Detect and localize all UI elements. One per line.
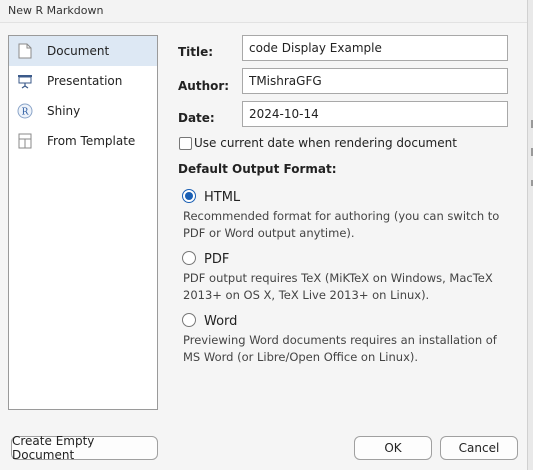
html-radio[interactable]	[182, 189, 196, 203]
document-icon	[17, 43, 33, 59]
cancel-button[interactable]: Cancel	[440, 436, 518, 460]
pdf-radio[interactable]	[182, 251, 196, 265]
template-icon	[17, 133, 33, 149]
ok-button[interactable]: OK	[354, 436, 432, 460]
html-radio-label: HTML	[204, 190, 241, 205]
use-current-date-label: Use current date when rendering document	[194, 136, 457, 150]
word-description: Previewing Word documents requires an in…	[183, 333, 497, 364]
sidebar-item-label: From Template	[47, 134, 136, 148]
date-input[interactable]	[242, 101, 508, 127]
title-input[interactable]	[242, 35, 508, 61]
sidebar-item-label: Shiny	[47, 104, 81, 118]
template-type-list: Document Presentation R Shiny From Templ…	[8, 35, 158, 410]
pdf-description: PDF output requires TeX (MiKTeX on Windo…	[183, 271, 493, 302]
word-radio[interactable]	[182, 313, 196, 327]
title-bar: New R Markdown	[0, 0, 527, 23]
background-window-edge	[527, 0, 533, 470]
html-description: Recommended format for authoring (you ca…	[183, 209, 500, 240]
create-empty-document-button[interactable]: Create Empty Document	[11, 434, 158, 462]
author-input[interactable]	[242, 68, 508, 94]
sidebar-item-label: Document	[47, 44, 110, 58]
date-label: Date:	[178, 111, 215, 125]
word-radio-label: Word	[204, 314, 238, 329]
sidebar-item-document[interactable]: Document	[9, 36, 157, 66]
author-label: Author:	[178, 79, 230, 93]
sidebar-item-presentation[interactable]: Presentation	[9, 66, 157, 96]
presentation-icon	[17, 73, 33, 89]
svg-text:R: R	[22, 108, 29, 118]
sidebar-item-label: Presentation	[47, 74, 123, 88]
shiny-r-icon: R	[17, 103, 33, 119]
sidebar-item-shiny[interactable]: R Shiny	[9, 96, 157, 126]
pdf-radio-label: PDF	[204, 252, 230, 267]
use-current-date-checkbox[interactable]	[179, 137, 192, 150]
window-title: New R Markdown	[8, 4, 104, 17]
output-format-heading: Default Output Format:	[178, 162, 337, 176]
title-label: Title:	[178, 45, 214, 59]
sidebar-item-from-template[interactable]: From Template	[9, 126, 157, 156]
